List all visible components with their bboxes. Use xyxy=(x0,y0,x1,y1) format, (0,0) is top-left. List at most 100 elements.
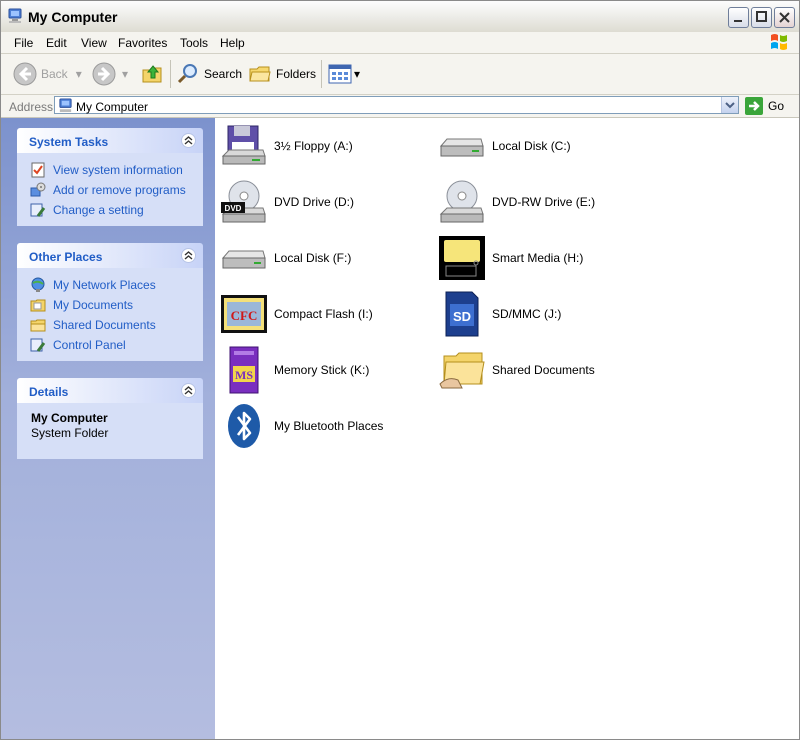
dvd-badge: DVD xyxy=(225,204,242,213)
drive-compact-flash-i[interactable]: CFC Compact Flash (I:) xyxy=(220,289,373,339)
system-info-icon xyxy=(31,162,45,178)
menu-file[interactable]: File xyxy=(14,36,33,50)
drive-sd-mmc-j[interactable]: SD SD/MMC (J:) xyxy=(438,289,561,339)
address-label: Address xyxy=(9,100,54,114)
smart-media-icon xyxy=(439,236,485,280)
views-icon xyxy=(328,64,352,84)
menu-tools[interactable]: Tools xyxy=(180,36,208,50)
shared-documents-link[interactable]: Shared Documents xyxy=(17,315,203,335)
back-label: Back xyxy=(41,67,68,81)
control-panel-icon xyxy=(30,203,46,217)
task-pane: System Tasks View system information Add… xyxy=(1,118,215,739)
up-folder-icon xyxy=(142,65,162,83)
go-label: Go xyxy=(768,99,785,113)
search-label: Search xyxy=(204,67,243,81)
drive-dvd-rw-e[interactable]: DVD-RW Drive (E:) xyxy=(438,177,595,227)
toolbar-separator xyxy=(170,60,171,88)
title-bar[interactable]: My Computer xyxy=(1,1,799,33)
search-icon xyxy=(177,64,197,84)
collapse-button[interactable] xyxy=(181,383,196,398)
system-tasks-panel: System Tasks View system information Add… xyxy=(17,128,203,226)
close-button[interactable] xyxy=(774,7,795,28)
double-chevron-up-icon xyxy=(184,386,193,395)
panel-title: Other Places xyxy=(29,250,103,264)
drive-label: DVD-RW Drive (E:) xyxy=(492,195,596,209)
hard-disk-icon xyxy=(221,250,266,269)
add-remove-programs-icon xyxy=(30,182,46,197)
drive-local-disk-f[interactable]: Local Disk (F:) xyxy=(220,233,351,283)
my-documents-link[interactable]: My Documents xyxy=(17,295,203,315)
go-arrow-icon xyxy=(745,97,763,115)
drive-label: DVD Drive (D:) xyxy=(274,195,354,209)
forward-dropdown-icon[interactable]: ▾ xyxy=(122,67,128,81)
drive-label: 3½ Floppy (A:) xyxy=(274,139,353,153)
drive-floppy-a[interactable]: 3½ Floppy (A:) xyxy=(220,121,353,171)
minimize-button[interactable] xyxy=(728,7,749,28)
maximize-icon xyxy=(756,11,767,22)
views-dropdown-icon[interactable]: ▾ xyxy=(354,67,360,81)
address-input[interactable]: My Computer xyxy=(54,96,739,114)
hard-disk-icon xyxy=(439,138,484,157)
toolbar-separator xyxy=(321,60,322,88)
drive-label: Local Disk (F:) xyxy=(274,251,352,265)
search-button[interactable]: Search xyxy=(176,62,242,86)
back-arrow-icon xyxy=(13,62,37,86)
drive-label: Compact Flash (I:) xyxy=(274,307,373,321)
forward-button[interactable]: ▾ xyxy=(92,62,128,86)
go-button[interactable]: Go xyxy=(745,97,784,115)
collapse-button[interactable] xyxy=(181,133,196,148)
maximize-button[interactable] xyxy=(751,7,772,28)
dvd-drive-icon: DVD xyxy=(221,180,266,223)
close-icon xyxy=(779,12,790,23)
address-bar: Address My Computer Go xyxy=(1,95,799,118)
dvd-rw-drive-icon xyxy=(439,180,484,223)
control-panel-link[interactable]: Control Panel xyxy=(17,335,203,355)
my-network-places-link[interactable]: My Network Places xyxy=(17,275,203,295)
my-bluetooth-places[interactable]: My Bluetooth Places xyxy=(220,401,383,451)
address-dropdown-button[interactable] xyxy=(721,97,738,113)
drive-memory-stick-k[interactable]: MS Memory Stick (K:) xyxy=(220,345,369,395)
ms-badge: MS xyxy=(235,368,253,382)
drive-label: Smart Media (H:) xyxy=(492,251,584,265)
views-button[interactable]: ▾ xyxy=(328,62,360,86)
drive-dvd-d[interactable]: DVD DVD Drive (D:) xyxy=(220,177,354,227)
menu-favorites[interactable]: Favorites xyxy=(118,36,167,50)
up-folder-button[interactable] xyxy=(141,62,165,86)
floppy-drive-icon xyxy=(221,125,266,165)
chevron-down-icon xyxy=(725,102,735,109)
folders-button[interactable]: Folders xyxy=(248,62,316,86)
menu-help[interactable]: Help xyxy=(220,36,245,50)
panel-title: Details xyxy=(29,385,69,399)
back-button[interactable]: Back ▾ xyxy=(13,62,82,86)
drive-smart-media-h[interactable]: Smart Media (H:) xyxy=(438,233,583,283)
menu-edit[interactable]: Edit xyxy=(46,36,67,50)
back-dropdown-icon[interactable]: ▾ xyxy=(76,67,82,81)
folders-label: Folders xyxy=(276,67,317,81)
double-chevron-up-icon xyxy=(184,251,193,260)
toolbar: Back ▾ ▾ Search Folders ▾ xyxy=(1,54,799,95)
drive-local-disk-c[interactable]: Local Disk (C:) xyxy=(438,121,571,171)
other-places-header[interactable]: Other Places xyxy=(17,243,203,268)
sd-card-icon: SD xyxy=(445,291,479,337)
menu-view[interactable]: View xyxy=(81,36,107,50)
shared-documents-folder[interactable]: Shared Documents xyxy=(438,345,595,395)
control-panel-icon xyxy=(30,338,46,352)
shared-folder-icon xyxy=(439,352,485,389)
collapse-button[interactable] xyxy=(181,248,196,263)
address-value: My Computer xyxy=(76,100,149,114)
forward-arrow-icon xyxy=(92,62,116,86)
windows-logo-icon xyxy=(771,34,787,50)
details-header[interactable]: Details xyxy=(17,378,203,403)
file-view: 3½ Floppy (A:) Local Disk (C:) DVD DVD D… xyxy=(215,118,799,739)
minimize-icon xyxy=(734,20,742,22)
sd-badge: SD xyxy=(453,309,471,324)
memory-stick-icon: MS xyxy=(229,346,259,394)
system-tasks-header[interactable]: System Tasks xyxy=(17,128,203,153)
add-remove-programs-link[interactable]: Add or remove programs xyxy=(17,180,203,200)
view-system-information-link[interactable]: View system information xyxy=(17,160,203,180)
panel-title: System Tasks xyxy=(29,135,109,149)
details-panel: Details My Computer System Folder xyxy=(17,378,203,459)
network-places-icon xyxy=(31,277,45,292)
change-setting-link[interactable]: Change a setting xyxy=(17,200,203,220)
compact-flash-icon: CFC xyxy=(221,295,267,333)
